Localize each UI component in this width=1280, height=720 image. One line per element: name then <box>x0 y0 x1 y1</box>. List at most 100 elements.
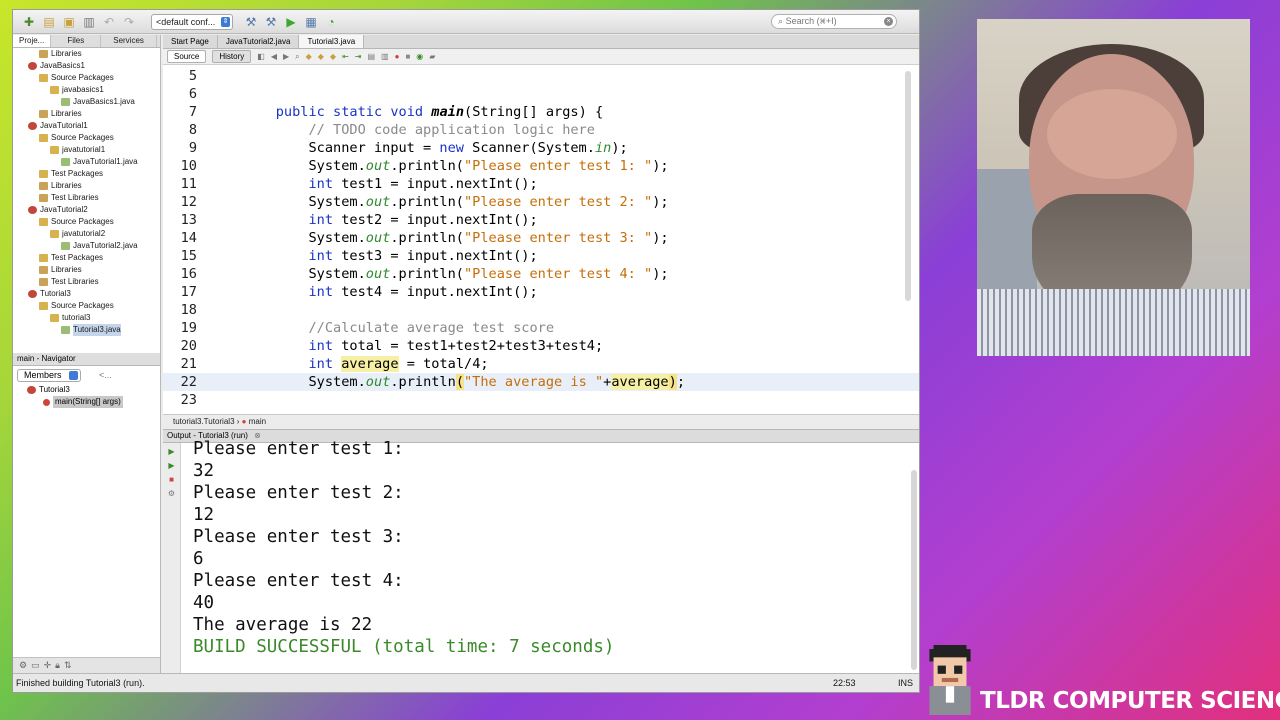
redo-icon[interactable]: ↷ <box>121 14 137 30</box>
tab-start-page[interactable]: Start Page <box>163 35 218 48</box>
forward-icon[interactable]: ▶ <box>283 52 289 61</box>
find-next-icon[interactable]: ◆ <box>318 52 324 61</box>
tree-item[interactable]: JavaTutorial2.java <box>13 240 160 252</box>
breadcrumb-class[interactable]: tutorial3.Tutorial3 <box>173 417 235 426</box>
tab-services[interactable]: Services <box>101 35 157 47</box>
tree-item[interactable]: JavaTutorial2 <box>13 204 160 216</box>
new-file-icon[interactable]: ▤ <box>41 14 57 30</box>
tree-item[interactable]: javatutorial2 <box>13 228 160 240</box>
code-line[interactable]: 15 int test3 = input.nextInt(); <box>163 247 919 265</box>
lock-icon[interactable]: 🔒︎ <box>55 660 60 671</box>
back-icon[interactable]: ◀ <box>271 52 277 61</box>
code-line[interactable]: 22 System.out.println("The average is "+… <box>163 373 919 391</box>
close-project-icon[interactable]: ▥ <box>81 14 97 30</box>
settings-icon[interactable]: ⚙ <box>167 489 177 499</box>
code-line[interactable]: 11 int test1 = input.nextInt(); <box>163 175 919 193</box>
open-project-icon[interactable]: ▣ <box>61 14 77 30</box>
uncomment-icon[interactable]: ▥ <box>381 52 389 61</box>
code-line[interactable]: 8 // TODO code application logic here <box>163 121 919 139</box>
navigator-class-row[interactable]: Tutorial3 <box>13 384 160 396</box>
tree-item[interactable]: Test Libraries <box>13 276 160 288</box>
tree-item[interactable]: JavaBasics1 <box>13 60 160 72</box>
tree-item[interactable]: Tutorial3.java <box>13 324 160 336</box>
tree-item[interactable]: JavaBasics1.java <box>13 96 160 108</box>
code-line[interactable]: 16 System.out.println("Please enter test… <box>163 265 919 283</box>
tab-tutorial3[interactable]: Tutorial3.java <box>299 35 365 48</box>
find-icon[interactable]: ⌕ <box>295 52 299 62</box>
insert-mode[interactable]: INS <box>898 674 913 692</box>
code-line[interactable]: 17 int test4 = input.nextInt(); <box>163 283 919 301</box>
tree-item[interactable]: Source Packages <box>13 300 160 312</box>
code-line[interactable]: 21 int average = total/4; <box>163 355 919 373</box>
new-project-icon[interactable]: ✚ <box>21 14 37 30</box>
console-output[interactable]: Please enter test 1: 32 Please enter test … <box>193 438 614 658</box>
shift-left-icon[interactable]: ⇤ <box>342 52 349 61</box>
code-line[interactable]: 5 <box>163 67 919 85</box>
code-editor[interactable]: 567 public static void main(String[] arg… <box>163 67 919 415</box>
code-line[interactable]: 18 <box>163 301 919 319</box>
code-line[interactable]: 20 int total = test1+test2+test3+test4; <box>163 337 919 355</box>
shift-right-icon[interactable]: ⇥ <box>355 52 362 61</box>
comment-icon[interactable]: ▤ <box>367 52 375 61</box>
run-icon[interactable]: ▶ <box>283 14 299 30</box>
navigator-method-row[interactable]: main(String[] args) <box>13 396 160 408</box>
profile-icon[interactable]: ◔ <box>323 14 339 30</box>
code-line[interactable]: 10 System.out.println("Please enter test… <box>163 157 919 175</box>
members-select[interactable]: Members <box>17 368 81 382</box>
tab-javatutorial2[interactable]: JavaTutorial2.java <box>218 35 300 48</box>
tree-item[interactable]: Test Packages <box>13 168 160 180</box>
caret-position[interactable]: 22:53 <box>833 674 856 692</box>
configuration-select[interactable]: <default conf... ⇕ <box>151 13 233 30</box>
code-line[interactable]: 7 public static void main(String[] args)… <box>163 103 919 121</box>
tree-item[interactable]: JavaTutorial1 <box>13 120 160 132</box>
toggle-highlight-icon[interactable]: ◆ <box>330 52 336 61</box>
stop-icon[interactable]: ■ <box>167 475 177 485</box>
tree-item[interactable]: Libraries <box>13 264 160 276</box>
tree-item[interactable]: javabasics1 <box>13 84 160 96</box>
rerun-icon[interactable]: ▶ <box>167 447 177 457</box>
code-line[interactable]: 13 int test2 = input.nextInt(); <box>163 211 919 229</box>
editor-scrollbar[interactable] <box>905 71 911 301</box>
last-edit-icon[interactable]: ◧ <box>257 52 265 61</box>
stop-macro-icon[interactable]: ■ <box>405 52 410 61</box>
clean-build-icon[interactable]: ⚒ <box>263 14 279 30</box>
undo-icon[interactable]: ↶ <box>101 14 117 30</box>
rerun-with-params-icon[interactable]: ▶ <box>167 461 177 471</box>
code-line[interactable]: 19 //Calculate average test score <box>163 319 919 337</box>
clear-search-icon[interactable]: × <box>884 17 893 26</box>
tree-item[interactable]: tutorial3 <box>13 312 160 324</box>
build-icon[interactable]: ⚒ <box>243 14 259 30</box>
tab-files[interactable]: Files <box>51 35 102 47</box>
breadcrumb-method[interactable]: main <box>249 417 266 426</box>
filter-icon[interactable]: ⚙ <box>19 660 27 671</box>
code-line[interactable]: 14 System.out.println("Please enter test… <box>163 229 919 247</box>
code-line[interactable]: 12 System.out.println("Please enter test… <box>163 193 919 211</box>
tree-item[interactable]: Test Libraries <box>13 192 160 204</box>
search-input[interactable]: ⌕ Search (⌘+I) × <box>771 14 897 29</box>
code-line[interactable]: 23 <box>163 391 919 409</box>
diff-icon[interactable]: ▰ <box>429 52 435 61</box>
tree-item[interactable]: Libraries <box>13 180 160 192</box>
record-macro-icon[interactable]: ● <box>395 52 400 61</box>
expand-icon[interactable]: ✛ <box>44 660 52 671</box>
tree-item[interactable]: Source Packages <box>13 216 160 228</box>
source-tab-button[interactable]: Source <box>167 50 207 63</box>
code-line[interactable]: 6 <box>163 85 919 103</box>
find-prev-icon[interactable]: ◆ <box>306 52 312 61</box>
code-line[interactable]: 9 Scanner input = new Scanner(System.in)… <box>163 139 919 157</box>
navigator-filter-select[interactable]: <... <box>99 370 112 380</box>
tree-item[interactable]: javatutorial1 <box>13 144 160 156</box>
tree-item[interactable]: Tutorial3 <box>13 288 160 300</box>
collapse-icon[interactable]: ▭ <box>31 660 40 671</box>
tree-item[interactable]: Source Packages <box>13 132 160 144</box>
tree-item[interactable]: Test Packages <box>13 252 160 264</box>
tree-item[interactable]: Source Packages <box>13 72 160 84</box>
tree-item[interactable]: Libraries <box>13 108 160 120</box>
history-tab-button[interactable]: History <box>212 50 252 63</box>
tests-icon[interactable]: ◉ <box>416 52 423 61</box>
tab-projects[interactable]: Proje... <box>13 35 52 47</box>
tree-item[interactable]: JavaTutorial1.java <box>13 156 160 168</box>
output-scrollbar[interactable] <box>911 470 917 670</box>
debug-icon[interactable]: ▦ <box>303 14 319 30</box>
tree-item[interactable]: Libraries <box>13 48 160 60</box>
